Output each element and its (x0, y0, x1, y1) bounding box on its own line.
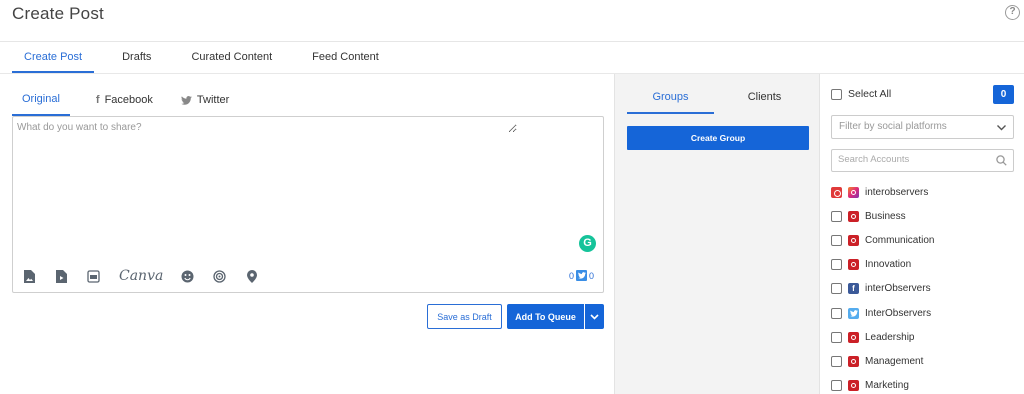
composer-toolbar: Canva (23, 268, 277, 284)
account-item[interactable]: InterObservers (831, 301, 1021, 325)
counter-left-value: 0 (569, 270, 575, 281)
search-accounts-input[interactable] (838, 154, 988, 165)
account-search (831, 149, 1014, 172)
main-tabs: Create Post Drafts Curated Content Feed … (12, 42, 407, 73)
checkbox[interactable] (831, 186, 842, 198)
selected-count-badge: 0 (993, 85, 1014, 104)
tab-create-post[interactable]: Create Post (12, 42, 95, 73)
tab-twitter-label: Twitter (196, 94, 230, 106)
checkbox[interactable] (831, 234, 842, 246)
add-to-queue-button[interactable]: Add To Queue (507, 304, 584, 329)
checkbox[interactable] (831, 283, 842, 295)
account-item[interactable]: f interObservers (831, 277, 1021, 301)
account-name: Communication (865, 234, 935, 246)
account-list: interobservers Business Communication In… (831, 180, 1021, 394)
groups-panel: Groups Clients Create Group (614, 74, 819, 394)
account-name: interObservers (865, 283, 931, 295)
account-name: Marketing (865, 380, 909, 392)
character-counter: 0 0 (569, 270, 594, 281)
post-editor: G Canva 0 0 (12, 116, 604, 293)
checkbox[interactable] (831, 307, 842, 319)
checkbox[interactable] (831, 331, 842, 343)
create-group-button[interactable]: Create Group (627, 126, 809, 150)
account-name: Management (865, 355, 924, 367)
account-item[interactable]: Business (831, 204, 1021, 228)
select-all-label: Select All (848, 88, 892, 100)
search-icon[interactable] (996, 155, 1007, 166)
tab-facebook-label: Facebook (104, 94, 153, 106)
tab-curated-content[interactable]: Curated Content (179, 42, 284, 73)
account-item[interactable]: Management (831, 349, 1021, 373)
account-name: interobservers (865, 186, 929, 198)
pinterest-icon (848, 210, 859, 222)
tab-original[interactable]: Original (12, 84, 70, 116)
account-name: Leadership (865, 331, 915, 343)
instagram-icon (848, 186, 859, 198)
tab-clients[interactable]: Clients (721, 84, 808, 114)
account-item[interactable]: Leadership (831, 325, 1021, 349)
account-item[interactable]: interobservers (831, 180, 1021, 204)
image-upload-icon[interactable] (23, 269, 36, 283)
location-pin-icon[interactable] (245, 269, 258, 283)
composer-tabs: Original f Facebook Twitter (12, 84, 247, 116)
account-name: Innovation (865, 259, 912, 271)
checkbox[interactable] (831, 355, 842, 367)
help-icon[interactable]: ? (1005, 5, 1020, 20)
post-text-input[interactable] (17, 122, 517, 133)
accounts-panel: Select All 0 Filter by social platforms … (819, 74, 1024, 394)
checkbox[interactable] (831, 88, 842, 100)
facebook-icon: f (848, 283, 859, 295)
pinterest-icon (848, 259, 859, 271)
tab-groups[interactable]: Groups (627, 84, 714, 114)
tab-original-label: Original (22, 93, 60, 105)
tab-feed-content[interactable]: Feed Content (300, 42, 391, 73)
video-upload-icon[interactable] (55, 269, 68, 283)
save-draft-button[interactable]: Save as Draft (427, 304, 502, 329)
platform-filter-select[interactable]: Filter by social platforms (831, 115, 1014, 139)
queue-options-dropdown[interactable] (585, 304, 604, 329)
select-all-checkbox[interactable]: Select All (831, 88, 891, 100)
checkbox[interactable] (831, 259, 842, 271)
grammarly-icon[interactable]: G (579, 235, 596, 252)
page-title: Create Post (12, 4, 104, 23)
pinterest-icon (848, 355, 859, 367)
chevron-down-icon (590, 313, 599, 320)
account-item[interactable]: Marketing (831, 374, 1021, 394)
canva-icon[interactable]: Canva (119, 268, 163, 284)
pinterest-icon (848, 234, 859, 246)
account-name: InterObservers (865, 307, 932, 319)
tab-drafts[interactable]: Drafts (110, 42, 163, 73)
target-icon[interactable] (213, 269, 226, 283)
checkbox[interactable] (831, 380, 842, 392)
checkbox[interactable] (831, 210, 842, 222)
emoji-icon[interactable] (181, 269, 194, 283)
chevron-down-icon (997, 125, 1006, 131)
twitter-icon (576, 270, 588, 281)
tab-facebook[interactable]: f Facebook (86, 84, 163, 116)
account-item[interactable]: Communication (831, 228, 1021, 252)
account-name: Business (865, 210, 906, 222)
counter-twitter-value: 0 (589, 270, 595, 281)
facebook-icon: f (95, 94, 100, 106)
gif-upload-icon[interactable] (87, 269, 100, 283)
twitter-icon (180, 95, 192, 105)
account-item[interactable]: Innovation (831, 253, 1021, 277)
tab-twitter[interactable]: Twitter (171, 84, 239, 116)
page-header: Create Post ? (0, 0, 1024, 42)
twitter-icon (848, 307, 859, 319)
pinterest-icon (848, 380, 859, 392)
platform-filter-placeholder: Filter by social platforms (839, 121, 947, 132)
pinterest-icon (848, 331, 859, 343)
